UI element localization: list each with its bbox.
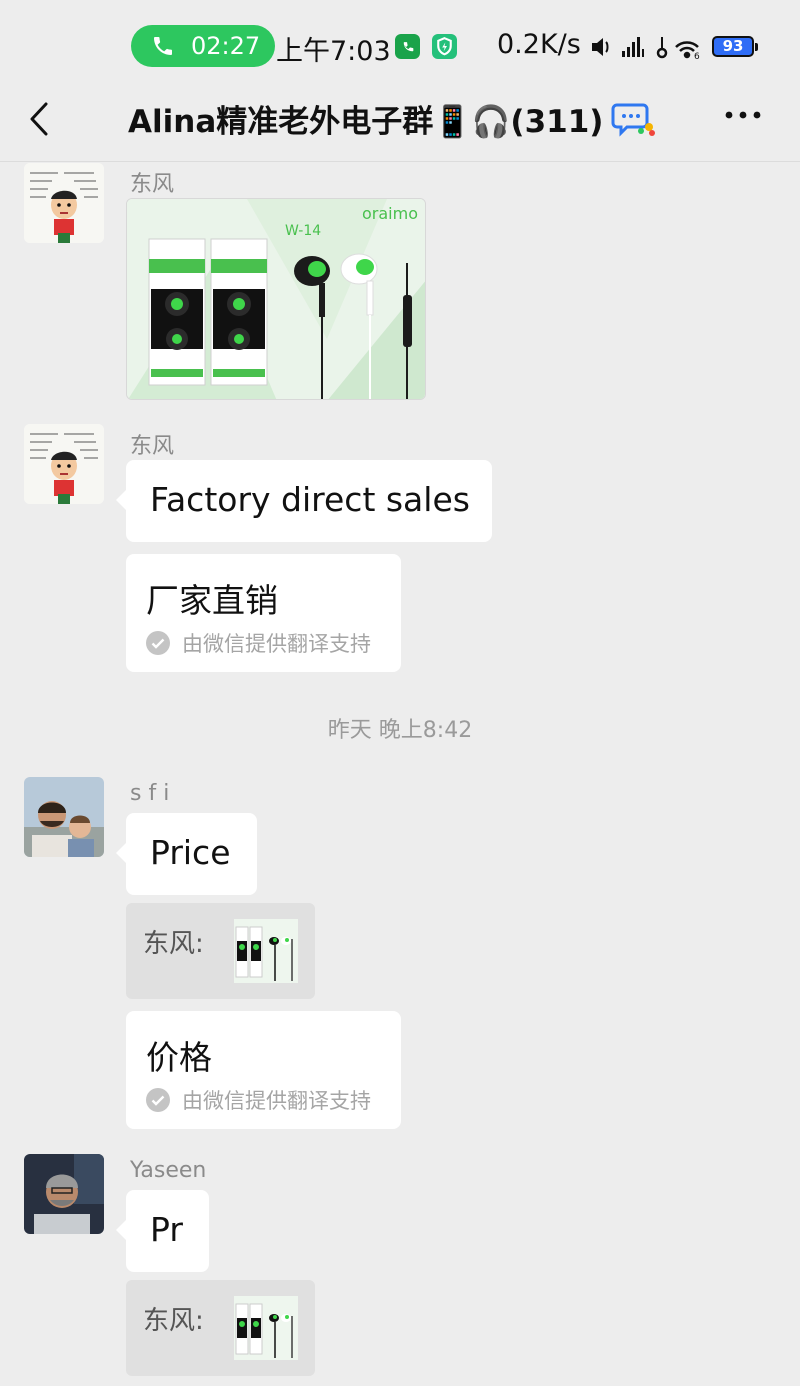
cartoon-avatar-icon: [24, 424, 104, 504]
message-bubble[interactable]: Pr: [116, 1190, 209, 1272]
message-bubble[interactable]: Factory direct sales: [116, 460, 492, 542]
product-image[interactable]: oraimo W-14: [126, 198, 426, 400]
model-label: W-14: [285, 223, 321, 239]
earphone-thumbnail-icon: [234, 1296, 298, 1360]
ongoing-call-pill[interactable]: 02:27: [131, 25, 275, 67]
translation-note: 由微信提供翻译支持: [146, 628, 371, 658]
sender-name: s f i: [130, 781, 170, 806]
call-timer: 02:27: [191, 32, 261, 60]
svg-text:6: 6: [694, 52, 700, 61]
avatar[interactable]: [24, 1154, 104, 1234]
quote-label: 东风:: [143, 1306, 204, 1336]
quoted-message[interactable]: 东风:: [126, 903, 315, 999]
check-circle-icon: [146, 631, 170, 655]
earphone-product-picture: oraimo W-14: [127, 199, 425, 399]
sender-name: Yaseen: [130, 1158, 207, 1183]
quote-thumbnail: [234, 1296, 298, 1360]
clock: 上午7:03: [276, 36, 391, 67]
message-text: Factory direct sales: [150, 480, 470, 519]
sender-name: 东风: [130, 172, 175, 197]
avatar[interactable]: [24, 777, 104, 857]
avatar[interactable]: [24, 424, 104, 504]
message-text: Price: [150, 833, 231, 872]
status-bar: 02:27 上午7:03 0.2K/s 6 93: [0, 0, 800, 90]
timestamp: 昨天 晚上8:42: [327, 718, 473, 743]
check-circle-icon: [146, 1088, 170, 1112]
translation-bubble[interactable]: 厂家直销 由微信提供翻译支持: [126, 554, 401, 672]
more-options-icon[interactable]: [720, 100, 766, 130]
earphone-thumbnail-icon: [234, 919, 298, 983]
translation-text: 价格: [146, 1038, 212, 1077]
translation-note-text: 由微信提供翻译支持: [182, 632, 371, 656]
back-arrow-icon[interactable]: [26, 96, 56, 142]
wifi-icon: 6: [675, 41, 700, 61]
shield-app-icon: [432, 34, 457, 59]
volume-icon: [592, 38, 609, 56]
translation-text: 厂家直销: [146, 581, 278, 620]
translation-bubble[interactable]: 价格 由微信提供翻译支持: [126, 1011, 401, 1129]
avatar[interactable]: [24, 163, 104, 243]
photo-avatar-yaseen: [24, 1154, 104, 1234]
chat-header: Alina精准老外电子群📱🎧(311): [0, 90, 800, 162]
message-text: Pr: [150, 1210, 183, 1249]
photo-avatar-sfi: [24, 777, 104, 857]
brand-logo: oraimo: [362, 204, 418, 223]
battery-icon: 93: [712, 36, 758, 57]
sender-name: 东风: [130, 434, 175, 459]
translation-note: 由微信提供翻译支持: [146, 1085, 371, 1115]
group-chat-badge-icon: [611, 103, 656, 137]
wechat-call-icon: [395, 34, 420, 59]
cartoon-avatar-icon: [24, 163, 104, 243]
quote-label: 东风:: [143, 929, 204, 959]
signal-icon: [622, 37, 644, 57]
network-speed: 0.2K/s: [497, 29, 581, 60]
phone-icon: [154, 37, 172, 55]
quote-thumbnail: [234, 919, 298, 983]
translation-note-text: 由微信提供翻译支持: [182, 1089, 371, 1113]
chat-title-row[interactable]: Alina精准老外电子群📱🎧(311): [128, 96, 659, 141]
headphone-jack-icon: [656, 37, 668, 59]
message-bubble[interactable]: Price: [116, 813, 257, 895]
quoted-message[interactable]: 东风:: [126, 1280, 315, 1376]
chat-title: Alina精准老外电子群📱🎧(311): [128, 104, 604, 140]
status-icons: 6: [592, 37, 700, 61]
